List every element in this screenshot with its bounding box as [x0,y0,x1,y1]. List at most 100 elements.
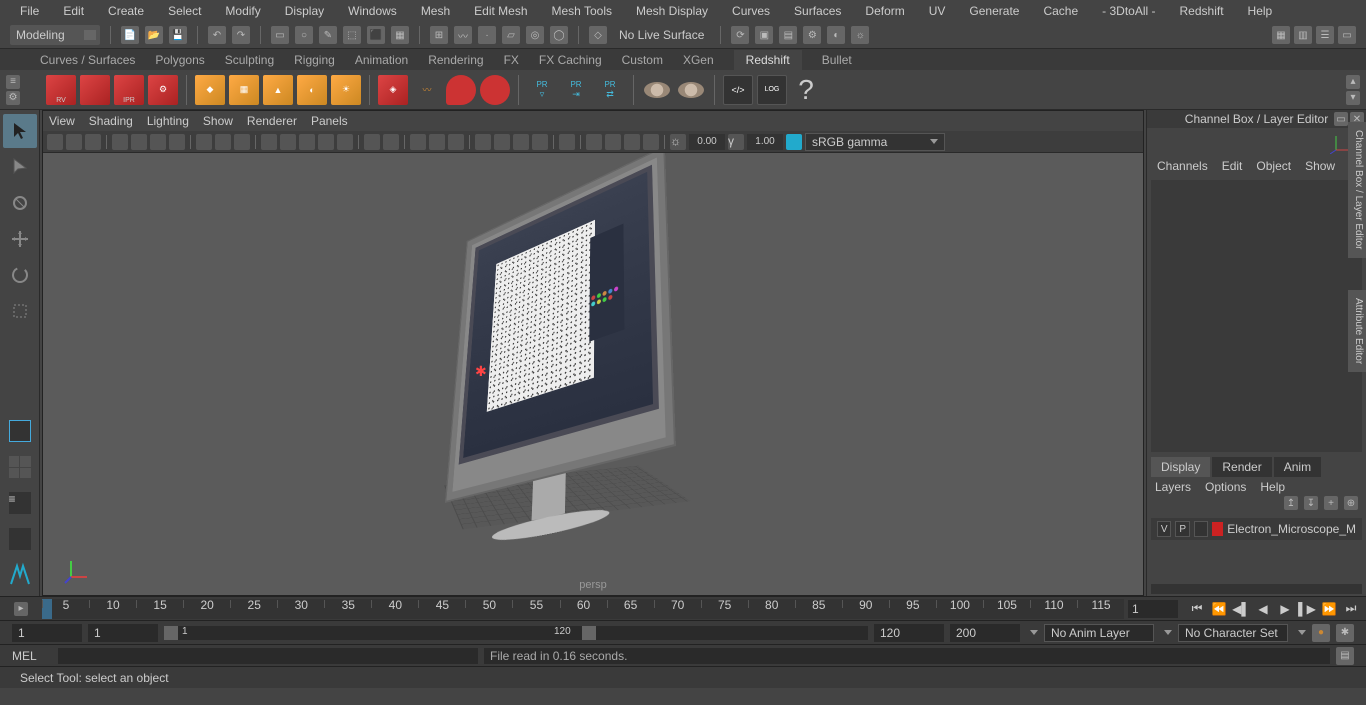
menu-windows[interactable]: Windows [338,1,407,21]
layer-playback-toggle[interactable]: P [1175,521,1189,537]
character-set-dropdown-icon[interactable] [1298,630,1306,635]
vp-gamma-value-icon[interactable]: γ [728,134,744,150]
command-label[interactable]: MEL [12,649,52,663]
menu-display[interactable]: Display [275,1,334,21]
shelf-pr2[interactable]: PR⇥ [561,75,591,105]
shelf-gear-icon[interactable]: ⚙ [6,91,20,105]
shelf-scroll-down-icon[interactable]: ▾ [1346,91,1360,105]
layout-list-icon[interactable]: ≡ [3,486,37,520]
shelf-redshift-ipr[interactable]: IPR [114,75,144,105]
toggle-modeling-toolkit-icon[interactable]: ▦ [1272,26,1290,44]
shelf-env-icon[interactable]: ◐ [297,75,327,105]
autokey-icon[interactable]: ● [1312,624,1330,642]
menu-surfaces[interactable]: Surfaces [784,1,851,21]
layer-color-swatch[interactable] [1212,522,1223,536]
vp-menu-show[interactable]: Show [203,114,233,128]
shelf-mesh-icon[interactable]: ▦ [229,75,259,105]
layer-move-up-icon[interactable]: ↥ [1284,496,1298,510]
viewport-canvas[interactable]: ✱ persp [43,153,1143,595]
vp-background-icon[interactable] [643,134,659,150]
shelf-waves-icon[interactable]: 〰 [412,75,442,105]
snap-live-icon[interactable]: ◎ [526,26,544,44]
new-scene-icon[interactable]: 📄 [121,26,139,44]
menu-file[interactable]: File [10,1,49,21]
vp-fog-icon[interactable] [494,134,510,150]
tab-xgen[interactable]: XGen [683,50,714,70]
shelf-menu-icon[interactable]: ≡ [6,75,20,89]
vp-textured-icon[interactable] [299,134,315,150]
vp-expose-icon[interactable] [586,134,602,150]
tab-fx-caching[interactable]: FX Caching [539,50,602,70]
snap-point-icon[interactable]: · [478,26,496,44]
character-set-dropdown[interactable]: No Character Set [1178,624,1288,642]
cb-tab-object[interactable]: Object [1256,159,1291,173]
shelf-redshift-render[interactable] [80,75,110,105]
save-scene-icon[interactable]: 💾 [169,26,187,44]
tab-curves-surfaces[interactable]: Curves / Surfaces [40,50,135,70]
layer-visibility-toggle[interactable]: V [1157,521,1171,537]
vp-aa-icon[interactable] [448,134,464,150]
prefs-icon[interactable]: ✱ [1336,624,1354,642]
vp-xray-joints-icon[interactable] [559,134,575,150]
vp-menu-renderer[interactable]: Renderer [247,114,297,128]
tab-sculpting[interactable]: Sculpting [225,50,274,70]
tab-redshift[interactable]: Redshift [734,50,802,70]
time-ruler[interactable]: 5101520253035404550556065707580859095100… [42,599,1124,619]
menu-create[interactable]: Create [98,1,154,21]
layer-new-empty-icon[interactable]: + [1324,496,1338,510]
vp-wireframe-icon[interactable] [261,134,277,150]
menu-mesh-tools[interactable]: Mesh Tools [542,1,622,21]
vp-menu-panels[interactable]: Panels [311,114,348,128]
menu-select[interactable]: Select [158,1,211,21]
paint-select-tool[interactable] [3,186,37,220]
vp-gamma-field[interactable]: 1.00 [747,134,783,150]
vp-shadows-icon[interactable] [337,134,353,150]
shelf-volume-icon[interactable]: ▲ [263,75,293,105]
tab-polygons[interactable]: Polygons [155,50,204,70]
vp-ao-icon[interactable] [410,134,426,150]
vp-film-gate-icon[interactable] [150,134,166,150]
redo-icon[interactable]: ↷ [232,26,250,44]
select-component-icon[interactable]: ▦ [391,26,409,44]
layer-new-selected-icon[interactable]: ⊕ [1344,496,1358,510]
tab-rendering[interactable]: Rendering [428,50,483,70]
snap-plane-icon[interactable]: ▱ [502,26,520,44]
layer-tab-options[interactable]: Options [1205,480,1246,494]
layer-tab-help[interactable]: Help [1260,480,1285,494]
shelf-help-icon[interactable]: ? [791,75,821,105]
layer-scrollbar[interactable] [1151,584,1362,594]
layer-name[interactable]: Electron_Microscope_M [1227,522,1356,536]
menu-mesh[interactable]: Mesh [411,1,460,21]
shelf-script-icon[interactable]: </> [723,75,753,105]
layer-move-down-icon[interactable]: ↧ [1304,496,1318,510]
range-inner-start-field[interactable]: 1 [88,624,158,642]
menu-uv[interactable]: UV [919,1,956,21]
current-frame-field[interactable]: 1 [1128,600,1178,618]
vp-resolution-gate-icon[interactable] [169,134,185,150]
vp-menu-lighting[interactable]: Lighting [147,114,189,128]
layer-row[interactable]: V P Electron_Microscope_M [1151,518,1362,540]
vp-menu-view[interactable]: View [49,114,75,128]
layout-outliner-icon[interactable] [3,414,37,448]
paint-select-icon[interactable]: ✎ [319,26,337,44]
shelf-pr1[interactable]: PR▿ [527,75,557,105]
menu-edit[interactable]: Edit [53,1,94,21]
step-back-key-button[interactable]: ⏪ [1210,601,1228,617]
shelf-pie2-icon[interactable] [676,75,706,105]
vp-bloom-icon[interactable] [532,134,548,150]
snap-curve-icon[interactable]: 〰 [454,26,472,44]
make-live-icon[interactable]: ◇ [589,26,607,44]
cb-tab-channels[interactable]: Channels [1157,159,1208,173]
tab-fx[interactable]: FX [504,50,519,70]
vp-smooth-icon[interactable] [280,134,296,150]
anim-layer-dropdown-icon[interactable] [1164,630,1172,635]
vp-ssao-icon[interactable] [513,134,529,150]
command-input[interactable] [58,648,478,664]
anim-layer-dropdown[interactable]: No Anim Layer [1044,624,1154,642]
lasso-icon[interactable]: ○ [295,26,313,44]
snap-grid-icon[interactable]: ⊞ [430,26,448,44]
tab-animation[interactable]: Animation [355,50,408,70]
menu-3dtoall[interactable]: - 3DtoAll - [1092,1,1165,21]
layer-display-type[interactable] [1194,521,1208,537]
vp-grease-icon[interactable] [131,134,147,150]
